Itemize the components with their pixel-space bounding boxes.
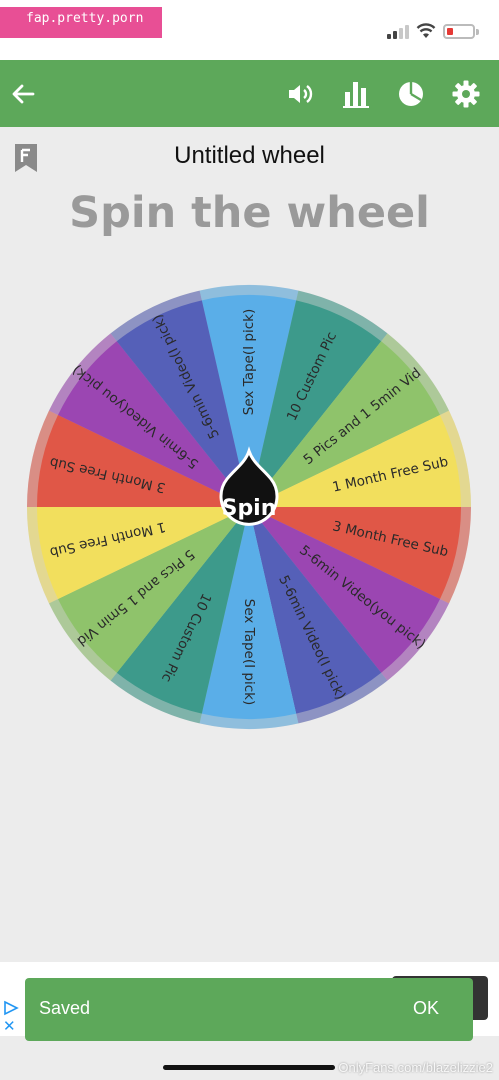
page-headline: Spin the wheel: [69, 188, 430, 238]
snackbar: Saved OK: [25, 978, 473, 1041]
battery-icon: [443, 24, 475, 39]
ad-choices-icon[interactable]: [3, 1000, 19, 1016]
close-icon[interactable]: ✕: [3, 1017, 16, 1035]
arrow-left-icon[interactable]: [6, 60, 40, 127]
wheel-title[interactable]: Untitled wheel: [0, 142, 499, 170]
signal-icon: [387, 25, 409, 39]
gear-icon[interactable]: [449, 60, 483, 127]
home-indicator[interactable]: [163, 1065, 335, 1070]
snackbar-ok-button[interactable]: OK: [413, 998, 439, 1019]
snackbar-message: Saved: [39, 998, 91, 1018]
spin-wheel[interactable]: Sex Tape(I pick) 10 Custom Pic 5 Pics and …: [24, 282, 474, 732]
footer-credit: OnlyFans.com/blazelizzie2: [338, 1060, 493, 1075]
volume-icon[interactable]: [284, 60, 318, 127]
battery-cap: [476, 29, 479, 35]
wheel-graphic[interactable]: Sex Tape(I pick) 10 Custom Pic5 Pics and …: [24, 282, 474, 732]
pie-chart-icon[interactable]: [394, 60, 428, 127]
wheel-segment-label: Sex Tape(I pick): [241, 309, 257, 415]
wifi-icon: [416, 23, 436, 38]
spin-button-label[interactable]: Spin: [222, 496, 277, 521]
wheel-segment-label: Sex Tape(I pick): [241, 599, 257, 705]
app-bar: [0, 60, 499, 127]
watermark-tag: fap.pretty.porn: [0, 7, 162, 38]
bar-chart-icon[interactable]: [339, 60, 373, 127]
